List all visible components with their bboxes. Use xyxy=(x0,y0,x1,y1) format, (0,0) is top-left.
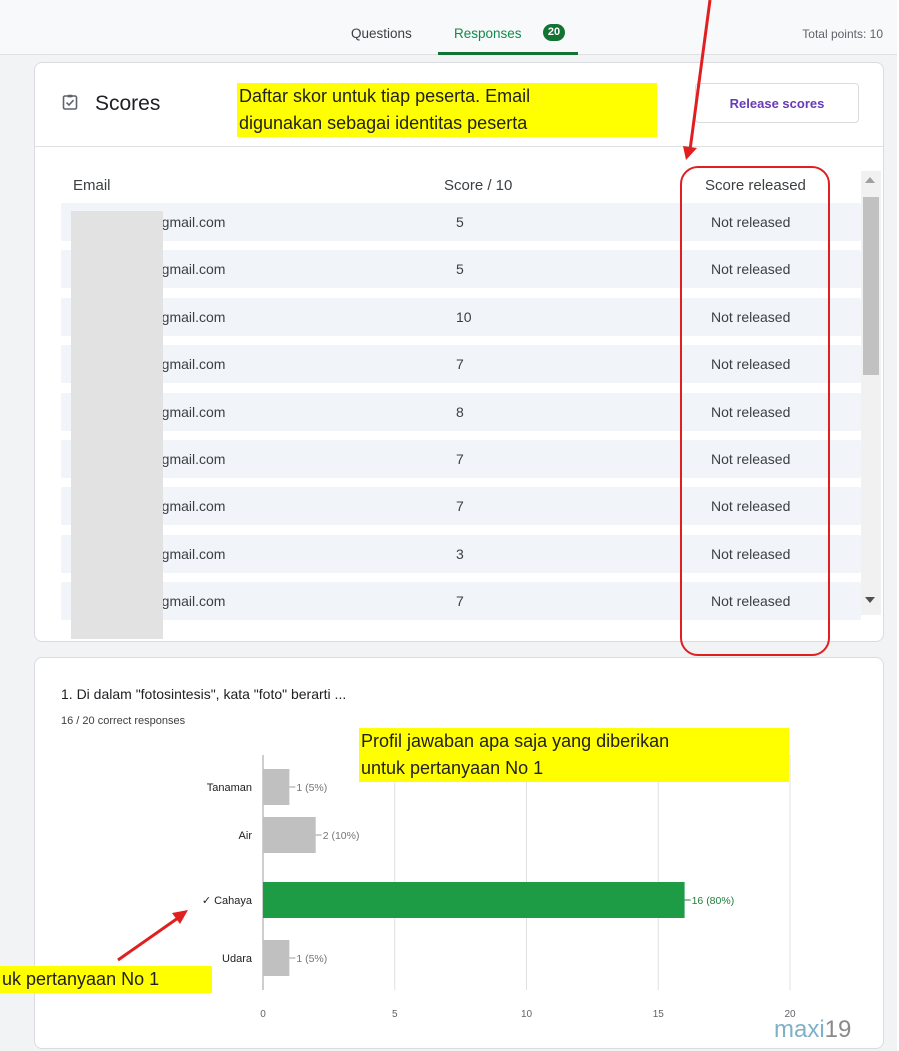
scores-annotation-line2: digunakan sebagai identitas peserta xyxy=(239,113,528,133)
watermark-part1: maxi xyxy=(774,1016,825,1043)
arrow-to-cahaya xyxy=(117,916,179,962)
profile-annotation: Profil jawaban apa saja yang diberikan u… xyxy=(359,728,789,782)
arrow-to-score-released xyxy=(688,0,712,151)
profile-annotation-line1: Profil jawaban apa saja yang diberikan xyxy=(361,731,670,751)
answer-key-annotation: uk pertanyaan No 1 xyxy=(0,966,212,993)
scores-annotation: Daftar skor untuk tiap peserta. Email di… xyxy=(237,83,657,137)
scores-annotation-line1: Daftar skor untuk tiap peserta. Email xyxy=(239,86,531,106)
profile-annotation-line2: untuk pertanyaan No 1 xyxy=(361,758,544,778)
watermark: maxi19 xyxy=(774,1016,851,1044)
arrowhead-score-released-icon xyxy=(683,146,697,160)
annotation-arrows xyxy=(117,0,712,962)
watermark-part2: 19 xyxy=(824,1016,852,1043)
